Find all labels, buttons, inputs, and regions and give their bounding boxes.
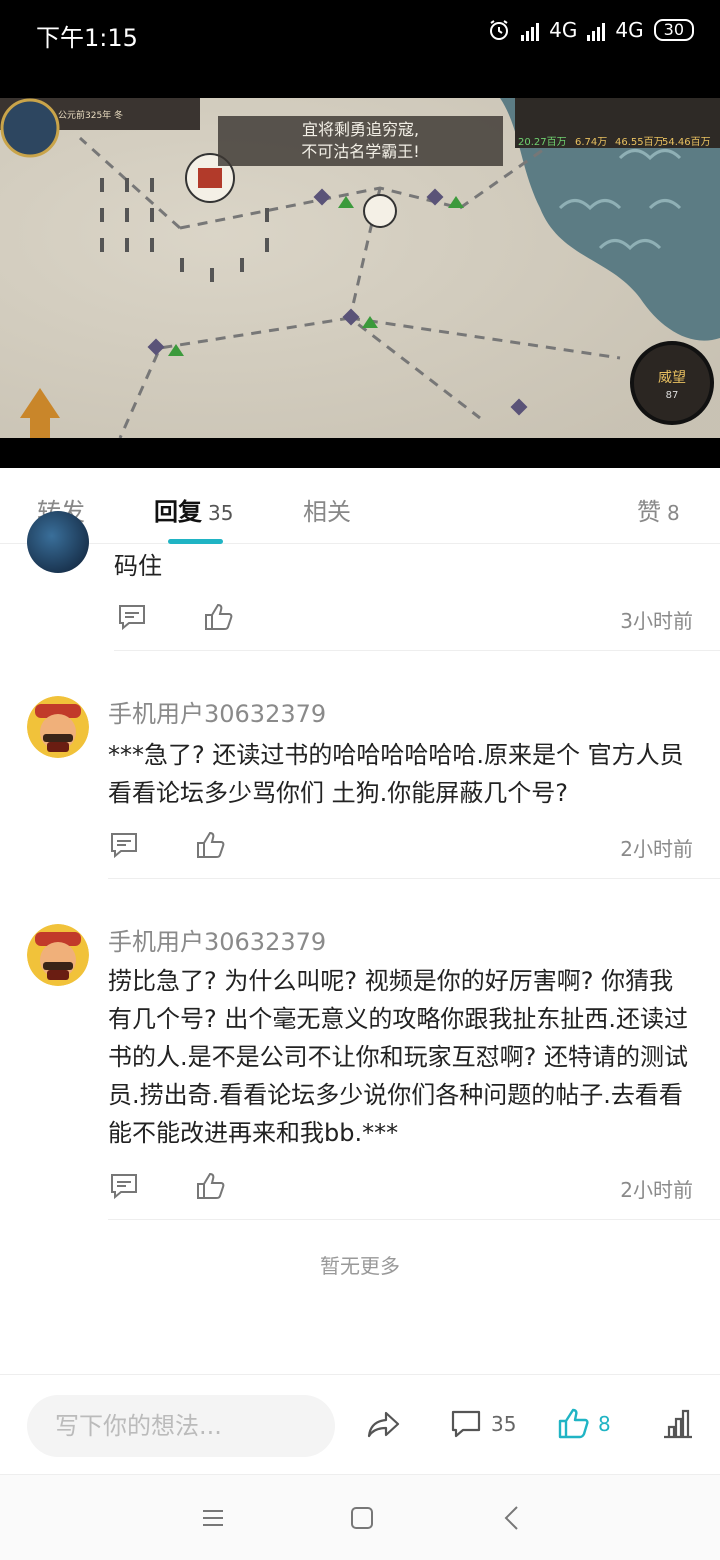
reply-icon[interactable] — [108, 829, 140, 861]
hud-prestige: 威望 — [658, 370, 686, 386]
comment-text: 码住 — [114, 552, 162, 580]
hud-resource-2: 6.74万 — [575, 137, 607, 148]
hud-resource-1: 20.27百万 — [518, 136, 567, 148]
comment-text: ***急了? 还读过书的哈哈哈哈哈哈.原来是个 官方人员看看论坛多少骂你们 土狗… — [108, 741, 684, 807]
comment-text: 捞比急了? 为什么叫呢? 视频是你的好厉害啊? 你猜我有几个号? 出个毫无意义的… — [108, 967, 688, 1147]
tab-likes-count: 8 — [667, 501, 680, 525]
tab-likes-label: 赞 — [637, 498, 661, 526]
network-type-1: 4G — [549, 18, 578, 42]
reply-icon[interactable] — [116, 601, 148, 633]
avatar[interactable] — [27, 511, 89, 573]
hud-year: 公元前325年 冬 — [58, 109, 123, 121]
home-icon[interactable] — [347, 1503, 377, 1533]
video-banner: 宜将剩勇追穷寇, 不可沽名学霸王! — [218, 116, 503, 166]
like-count: 8 — [598, 1412, 611, 1436]
comment-icon — [451, 1410, 481, 1438]
tab-bar: 转发 回复35 相关 赞8 — [0, 468, 720, 544]
system-navigation-bar — [0, 1474, 720, 1560]
avatar[interactable] — [27, 924, 89, 986]
hud-prestige-value: 87 — [666, 390, 679, 401]
signal-icon-2 — [587, 19, 606, 41]
comment-item: 手机用户30632379 ***急了? 还读过书的哈哈哈哈哈哈.原来是个 官方人… — [0, 688, 720, 880]
like-icon — [558, 1408, 589, 1439]
divider — [108, 1219, 720, 1220]
reply-icon[interactable] — [108, 1170, 140, 1202]
status-icons: 4G 4G 30 — [487, 18, 694, 42]
share-button[interactable] — [366, 1407, 402, 1443]
like-icon[interactable] — [194, 1170, 226, 1202]
comment-item: 码住 3小时前 — [0, 511, 720, 653]
avatar-image — [27, 924, 89, 986]
status-time: 下午1:15 — [36, 24, 138, 52]
banner-line-1: 宜将剩勇追穷寇, — [301, 120, 420, 139]
video-player[interactable]: 公元前325年 冬 20.27百万 6.74万 46.55百万 54.46百万 … — [0, 66, 720, 468]
comment-input[interactable]: 写下你的想法... — [27, 1395, 335, 1457]
back-icon[interactable] — [498, 1503, 528, 1533]
avatar[interactable] — [27, 696, 89, 758]
no-more-text: 暂无更多 — [320, 1254, 400, 1278]
comment-actions: 2小时前 — [108, 1170, 693, 1210]
divider — [108, 878, 720, 879]
hud-resource-3: 46.55百万 — [615, 136, 664, 148]
like-icon[interactable] — [194, 829, 226, 861]
username[interactable]: 手机用户30632379 — [108, 922, 326, 957]
status-bar: 下午1:15 4G 4G 30 — [0, 0, 720, 66]
like-count-button[interactable]: 8 — [556, 1407, 611, 1441]
tab-likes[interactable]: 赞8 — [637, 492, 680, 527]
alarm-icon — [490, 20, 509, 40]
divider — [114, 650, 720, 651]
like-icon[interactable] — [202, 601, 234, 633]
comment-actions: 3小时前 — [116, 601, 693, 641]
comment-count-button[interactable]: 35 — [449, 1407, 516, 1441]
stats-button[interactable] — [661, 1407, 695, 1441]
avatar-image — [27, 696, 89, 758]
network-type-2: 4G — [615, 18, 644, 42]
signal-icon — [521, 19, 540, 41]
tab-related[interactable]: 相关 — [303, 492, 351, 527]
tab-active-indicator — [168, 539, 223, 544]
comment-count: 35 — [491, 1412, 517, 1436]
comment-time: 2小时前 — [620, 1178, 693, 1202]
banner-line-2: 不可沽名学霸王! — [301, 142, 420, 161]
tab-reply[interactable]: 回复 35 — [154, 492, 233, 527]
battery-icon: 30 — [653, 19, 694, 41]
comment-time: 3小时前 — [620, 609, 693, 633]
comment-time: 2小时前 — [620, 837, 693, 861]
bar-chart-icon — [664, 1409, 692, 1439]
tab-reply-count: 35 — [208, 501, 234, 525]
comment-item: 手机用户30632379 捞比急了? 为什么叫呢? 视频是你的好厉害啊? 你猜我… — [0, 916, 720, 1222]
tab-reply-label: 回复 — [154, 498, 202, 526]
comment-actions: 2小时前 — [108, 829, 693, 869]
hud-resource-4: 54.46百万 — [662, 136, 711, 148]
menu-icon[interactable] — [198, 1503, 228, 1533]
share-icon — [367, 1411, 400, 1438]
bottom-action-bar: 写下你的想法... 35 8 — [0, 1374, 720, 1474]
username[interactable]: 手机用户30632379 — [108, 694, 326, 729]
